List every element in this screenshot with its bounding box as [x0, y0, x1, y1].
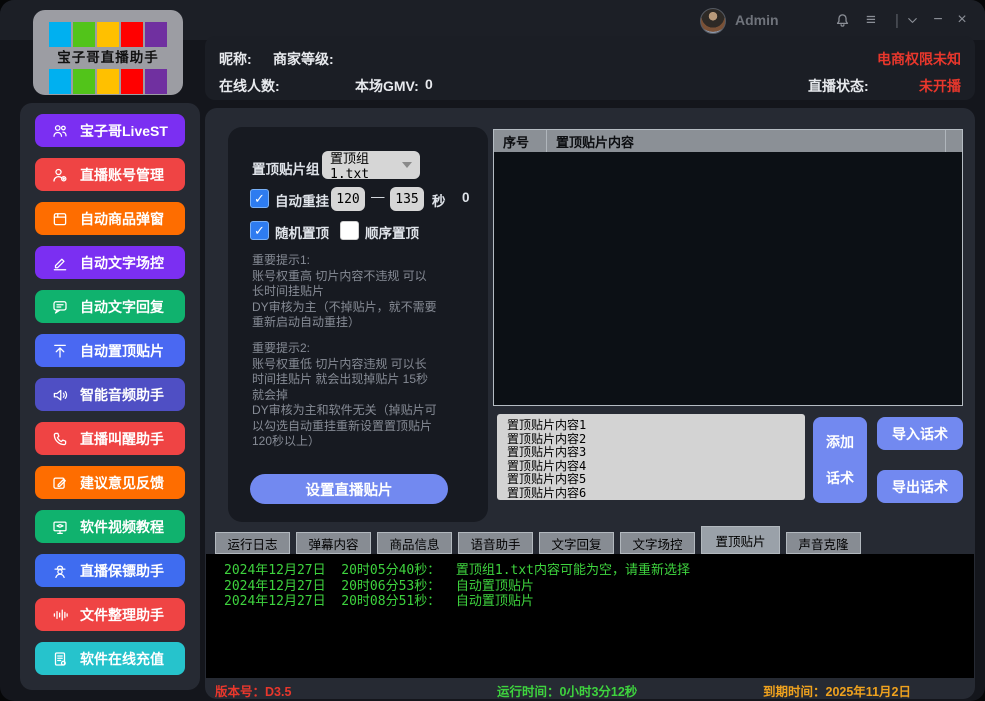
video-tutorial-icon	[51, 518, 69, 536]
pen-icon	[51, 254, 69, 272]
username: Admin	[735, 12, 779, 28]
log-output: 2024年12月27日 20时05分40秒： 置顶组1.txt内容可能为空，请重…	[206, 554, 974, 678]
min-seconds-input[interactable]: 120	[331, 187, 365, 211]
col-extra	[945, 130, 962, 152]
recharge-document-icon	[51, 650, 69, 668]
menu-icon[interactable]: ≡	[860, 9, 882, 31]
user-settings-icon	[51, 166, 69, 184]
online-count-label: 在线人数:	[219, 76, 280, 96]
tab-voice-assistant[interactable]: 语音助手	[458, 532, 533, 554]
phone-icon	[51, 430, 69, 448]
group-dropdown[interactable]: 置顶组1.txt	[322, 151, 420, 179]
random-pin-label: 随机置顶	[275, 222, 329, 242]
app-logo: 宝子哥直播助手	[33, 10, 183, 95]
equalizer-icon	[51, 606, 69, 624]
live-status-value: 未开播	[919, 76, 961, 96]
auto-rehang-label: 自动重挂	[275, 190, 329, 210]
random-pin-checkbox[interactable]: ✓	[250, 221, 269, 240]
gmv-value: 0	[425, 76, 433, 92]
import-phrase-button[interactable]: 导入话术	[877, 417, 963, 450]
minimize-icon[interactable]: −	[927, 9, 949, 31]
nickname-label: 昵称:	[219, 49, 252, 69]
sidebar: 宝子哥LiveST 直播账号管理 自动商品弹窗 自动文字场控 自动文字回复 自动…	[20, 103, 200, 690]
sidebar-item-account-manage[interactable]: 直播账号管理	[35, 158, 185, 191]
export-phrase-button[interactable]: 导出话术	[877, 470, 963, 503]
main-panel: 置顶贴片组 置顶组1.txt ✓ 自动重挂 120 — 135 秒 0 ✓ 随机…	[205, 108, 975, 699]
logo-squares-bottom	[49, 69, 167, 94]
sidebar-item-file-organizer[interactable]: 文件整理助手	[35, 598, 185, 631]
hint-text-2: 重要提示2: 账号权重低 切片内容违规 可以长 时间挂贴片 就会出现掉贴片 15…	[252, 341, 470, 450]
runtime-text: 运行时间：0小时3分12秒	[497, 681, 637, 700]
sidebar-item-wakeup-assistant[interactable]: 直播叫醒助手	[35, 422, 185, 455]
product-window-icon	[51, 210, 69, 228]
close-icon[interactable]: ×	[951, 9, 973, 31]
tab-text-control[interactable]: 文字场控	[620, 532, 695, 554]
bottom-tab-bar: 运行日志 弹幕内容 商品信息 语音助手 文字回复 文字场控 置顶贴片 声音克隆	[215, 526, 861, 554]
version-text: 版本号：D3.5	[215, 681, 291, 700]
chat-icon	[51, 298, 69, 316]
sidebar-item-recharge[interactable]: 软件在线充值	[35, 642, 185, 675]
range-dash: —	[371, 189, 385, 204]
seconds-unit-label: 秒	[432, 190, 446, 210]
col-seq: 序号	[494, 130, 546, 152]
status-bar: 版本号：D3.5 运行时间：0小时3分12秒 到期时间：2025年11月2日	[205, 678, 975, 699]
app-window: Admin ≡ | − × 宝子哥直播助手 宝子哥LiveST 直播账号管理	[0, 0, 985, 701]
hint-text-1: 重要提示1: 账号权重高 切片内容不违规 可以 长时间挂贴片 DY审核为主（不掉…	[252, 253, 470, 331]
log-line: 2024年12月27日 20时08分51秒： 自动置顶贴片	[224, 594, 974, 610]
sequence-pin-checkbox[interactable]	[340, 221, 359, 240]
group-dropdown-value: 置顶组1.txt	[330, 148, 402, 182]
group-label: 置顶贴片组	[252, 158, 320, 178]
chevron-down-icon[interactable]	[901, 9, 923, 31]
pin-top-icon	[51, 342, 69, 360]
users-icon	[51, 122, 69, 140]
tab-product-info[interactable]: 商品信息	[377, 532, 452, 554]
logo-squares-top	[49, 22, 167, 47]
tab-pinned-clips[interactable]: 置顶贴片	[701, 526, 780, 554]
dropdown-arrow-icon	[402, 162, 412, 168]
tab-danmaku[interactable]: 弹幕内容	[296, 532, 371, 554]
table-header: 序号 置顶贴片内容	[494, 130, 962, 152]
pinned-clips-table: 序号 置顶贴片内容	[493, 129, 963, 406]
phrase-editor[interactable]: 置顶贴片内容1 置顶贴片内容2 置顶贴片内容3 置顶贴片内容4 置顶贴片内容5 …	[497, 414, 805, 500]
expiry-text: 到期时间：2025年11月2日	[763, 681, 911, 700]
speaker-icon	[51, 386, 69, 404]
ecom-permission-status: 电商权限未知	[877, 49, 961, 69]
gmv-label: 本场GMV:	[355, 76, 419, 96]
sidebar-item-pin-top[interactable]: 自动置顶贴片	[35, 334, 185, 367]
logo-text: 宝子哥直播助手	[33, 46, 183, 66]
sidebar-item-text-reply[interactable]: 自动文字回复	[35, 290, 185, 323]
sidebar-item-text-control[interactable]: 自动文字场控	[35, 246, 185, 279]
auto-rehang-checkbox[interactable]: ✓	[250, 189, 269, 208]
avatar[interactable]	[700, 8, 726, 34]
tab-voice-clone[interactable]: 声音克隆	[786, 532, 861, 554]
max-seconds-input[interactable]: 135	[390, 187, 424, 211]
log-line: 2024年12月27日 20时06分53秒： 自动置顶贴片	[224, 579, 974, 595]
pin-settings-card: 置顶贴片组 置顶组1.txt ✓ 自动重挂 120 — 135 秒 0 ✓ 随机…	[228, 127, 488, 522]
sidebar-item-livest[interactable]: 宝子哥LiveST	[35, 114, 185, 147]
tab-text-reply[interactable]: 文字回复	[539, 532, 614, 554]
sidebar-item-bodyguard[interactable]: 直播保镖助手	[35, 554, 185, 587]
bodyguard-icon	[51, 562, 69, 580]
sidebar-item-feedback[interactable]: 建议意见反馈	[35, 466, 185, 499]
add-phrase-button[interactable]: 添加 话术	[813, 417, 867, 503]
tab-run-log[interactable]: 运行日志	[215, 532, 290, 554]
sidebar-item-video-tutorial[interactable]: 软件视频教程	[35, 510, 185, 543]
stream-info-panel: 昵称: 商家等级: 电商权限未知 在线人数: 本场GMV: 0 直播状态: 未开…	[205, 36, 975, 100]
merchant-level-label: 商家等级:	[273, 49, 334, 69]
bell-icon[interactable]	[831, 9, 853, 31]
col-content: 置顶贴片内容	[546, 130, 945, 152]
rehang-counter: 0	[462, 190, 470, 205]
set-live-pin-button[interactable]: 设置直播贴片	[250, 474, 448, 504]
sidebar-item-product-popup[interactable]: 自动商品弹窗	[35, 202, 185, 235]
live-status-label: 直播状态:	[808, 76, 869, 96]
log-line: 2024年12月27日 20时05分40秒： 置顶组1.txt内容可能为空，请重…	[224, 563, 974, 579]
sequence-pin-label: 顺序置顶	[365, 222, 419, 242]
sidebar-item-audio-assistant[interactable]: 智能音频助手	[35, 378, 185, 411]
feedback-edit-icon	[51, 474, 69, 492]
